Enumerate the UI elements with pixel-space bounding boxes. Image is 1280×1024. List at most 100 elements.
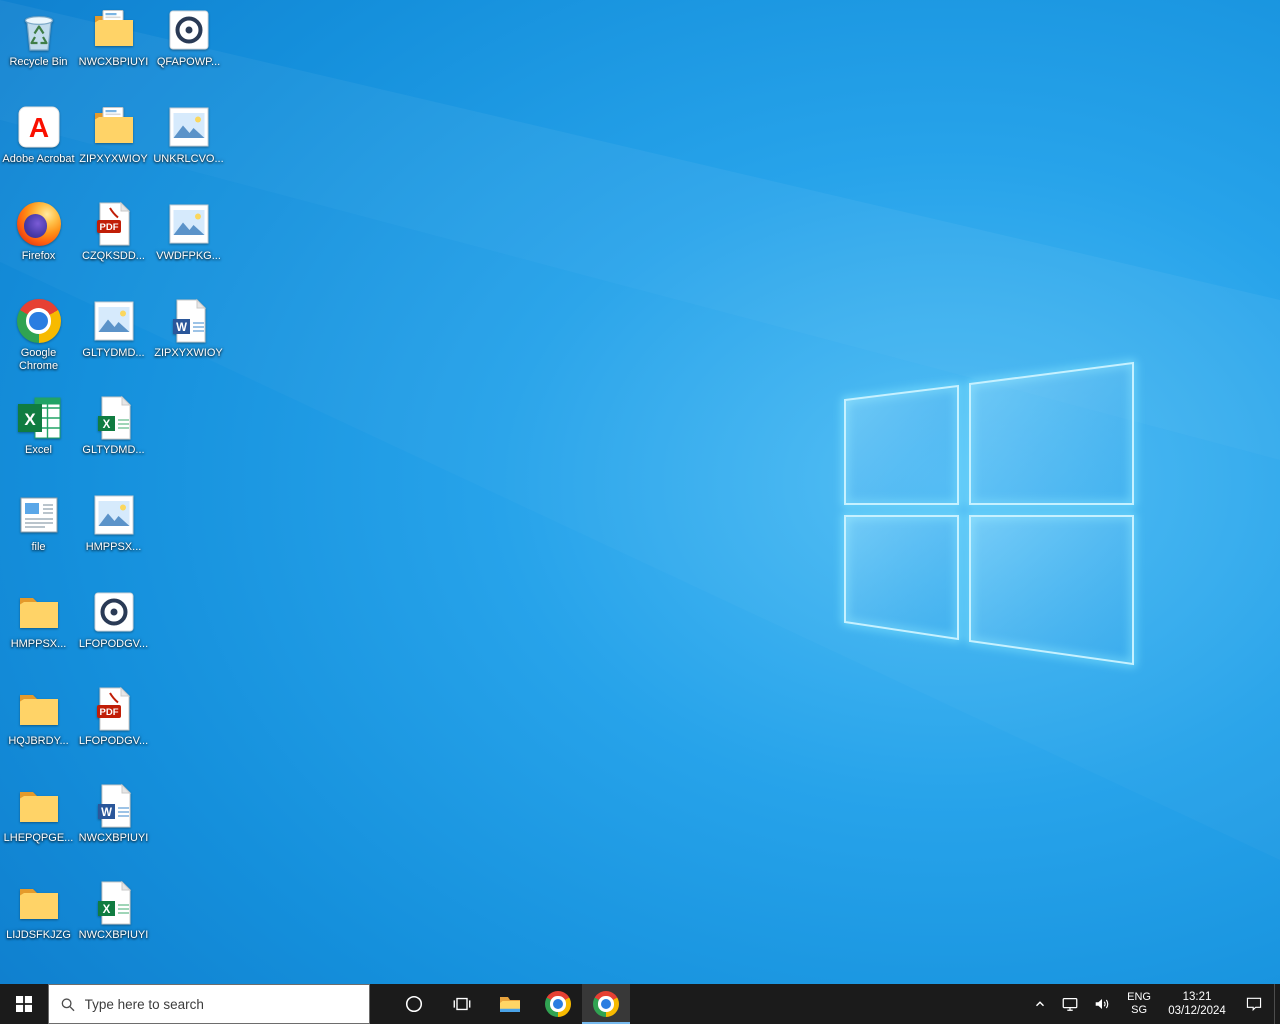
desktop-icon-qfapowp[interactable]: QFAPOWP... <box>151 6 226 100</box>
desktop-icon-label: UNKRLCVO... <box>153 153 223 166</box>
task-view-icon <box>452 994 472 1014</box>
desktop-icon-label: HMPPSX... <box>11 638 67 651</box>
desktop-icon-label: CZQKSDD... <box>82 250 145 263</box>
desktop-icon-lfopodgv-pdf[interactable]: PDF LFOPODGV... <box>76 685 151 779</box>
image-icon <box>90 297 138 345</box>
desktop-icon-google-chrome[interactable]: Google Chrome <box>1 297 76 391</box>
excel-app-icon: X <box>15 394 63 442</box>
desktop-icon-lfopodgv-disc[interactable]: LFOPODGV... <box>76 588 151 682</box>
speaker-icon <box>1093 995 1111 1013</box>
desktop-icon-vwdfpkg-image[interactable]: VWDFPKG... <box>151 200 226 294</box>
recycle-bin-icon <box>15 6 63 54</box>
desktop-icon-label: NWCXBPIUYI <box>79 56 149 69</box>
desktop-icon-label: NWCXBPIUYI <box>79 832 149 845</box>
desktop-icon-zipxyxwioy-doc[interactable]: W ZIPXYXWIOY <box>151 297 226 391</box>
search-icon <box>60 996 76 1013</box>
desktop-icon-label: QFAPOWP... <box>157 56 220 69</box>
folder-icon <box>15 879 63 927</box>
chrome-icon <box>15 297 63 345</box>
network-display-icon <box>1061 995 1079 1013</box>
desktop-icon-label: HMPPSX... <box>86 541 142 554</box>
file-explorer-icon <box>498 992 522 1016</box>
desktop-icon-czqksdd-pdf[interactable]: PDF CZQKSDD... <box>76 200 151 294</box>
folder-full-icon <box>90 103 138 151</box>
excel-file-icon: X <box>90 879 138 927</box>
desktop-icon-gltydmd-image[interactable]: GLTYDMD... <box>76 297 151 391</box>
show-desktop-button[interactable] <box>1274 984 1280 1024</box>
desktop-icon-label: NWCXBPIUYI <box>79 929 149 942</box>
action-center-icon <box>1245 995 1263 1013</box>
excel-file-icon: X <box>90 394 138 442</box>
desktop-icon-excel[interactable]: X Excel <box>1 394 76 488</box>
svg-text:PDF: PDF <box>99 222 118 233</box>
chrome-pinned-button[interactable] <box>534 984 582 1024</box>
desktop-icon-hmppsx-image[interactable]: HMPPSX... <box>76 491 151 585</box>
desktop-icon-label: GLTYDMD... <box>82 444 144 457</box>
start-button[interactable] <box>0 984 48 1024</box>
image-icon <box>90 491 138 539</box>
network-tray-button[interactable] <box>1054 984 1086 1024</box>
svg-text:X: X <box>102 904 110 916</box>
svg-text:W: W <box>176 322 187 334</box>
search-input[interactable] <box>85 997 358 1012</box>
firefox-icon <box>15 200 63 248</box>
chevron-up-icon <box>1033 997 1047 1011</box>
desktop-icon-file[interactable]: file <box>1 491 76 585</box>
clock[interactable]: 13:21 03/12/2024 <box>1160 984 1234 1024</box>
word-icon: W <box>165 297 213 345</box>
desktop-icon-label: LFOPODGV... <box>79 638 148 651</box>
desktop-icon-label: Firefox <box>22 250 56 263</box>
desktop-icon-label: LIJDSFKJZG <box>6 929 71 942</box>
taskbar: ENG SG 13:21 03/12/2024 <box>0 984 1280 1024</box>
svg-text:W: W <box>101 807 112 819</box>
system-tray: ENG SG 13:21 03/12/2024 <box>1026 984 1280 1024</box>
desktop-icon-nwcxbpiuyi-sheet[interactable]: X NWCXBPIUYI <box>76 879 151 973</box>
desktop[interactable]: Recycle Bin NWCXBPIUYI QFAPOWP... A Adob… <box>0 0 1280 984</box>
tray-expand-button[interactable] <box>1026 984 1054 1024</box>
desktop-icon-nwcxbpiuyi-folder[interactable]: NWCXBPIUYI <box>76 6 151 100</box>
desktop-icon-zipxyxwioy-folder[interactable]: ZIPXYXWIOY <box>76 103 151 197</box>
desktop-icon-label: HQJBRDY... <box>8 735 68 748</box>
desktop-icon-lijdsfkjzg-folder[interactable]: LIJDSFKJZG <box>1 879 76 973</box>
disc-icon <box>165 6 213 54</box>
start-icon <box>16 996 32 1012</box>
disc-icon <box>90 588 138 636</box>
desktop-icon-grid: Recycle Bin NWCXBPIUYI QFAPOWP... A Adob… <box>0 0 1280 984</box>
desktop-icon-label: Recycle Bin <box>9 56 67 69</box>
cortana-button[interactable] <box>390 984 438 1024</box>
svg-text:X: X <box>102 419 110 431</box>
language-line1: ENG <box>1127 991 1151 1004</box>
desktop-icon-nwcxbpiuyi-doc[interactable]: W NWCXBPIUYI <box>76 782 151 876</box>
clock-date: 03/12/2024 <box>1168 1004 1226 1018</box>
action-center-button[interactable] <box>1234 984 1274 1024</box>
folder-icon <box>15 782 63 830</box>
desktop-icon-unkrlcvo-image[interactable]: UNKRLCVO... <box>151 103 226 197</box>
language-indicator[interactable]: ENG SG <box>1118 984 1160 1024</box>
desktop-icon-recycle-bin[interactable]: Recycle Bin <box>1 6 76 100</box>
language-line2: SG <box>1131 1004 1147 1017</box>
desktop-icon-label: file <box>31 541 45 554</box>
cortana-icon <box>404 994 424 1014</box>
image-icon <box>165 103 213 151</box>
folder-full-icon <box>90 6 138 54</box>
file-explorer-button[interactable] <box>486 984 534 1024</box>
desktop-icon-label: ZIPXYXWIOY <box>79 153 147 166</box>
desktop-icon-label: Excel <box>25 444 52 457</box>
news-icon <box>15 491 63 539</box>
desktop-icon-label: VWDFPKG... <box>156 250 221 263</box>
desktop-icon-firefox[interactable]: Firefox <box>1 200 76 294</box>
desktop-icon-lhepqpge-folder[interactable]: LHEPQPGE... <box>1 782 76 876</box>
desktop-icon-adobe-acrobat[interactable]: A Adobe Acrobat <box>1 103 76 197</box>
desktop-icon-label: LHEPQPGE... <box>4 832 74 845</box>
folder-icon <box>15 588 63 636</box>
desktop-icon-hqjbrdy-folder[interactable]: HQJBRDY... <box>1 685 76 779</box>
taskbar-search[interactable] <box>48 984 370 1024</box>
clock-time: 13:21 <box>1183 990 1212 1004</box>
volume-tray-button[interactable] <box>1086 984 1118 1024</box>
desktop-icon-hmppsx-folder[interactable]: HMPPSX... <box>1 588 76 682</box>
desktop-icon-label: GLTYDMD... <box>82 347 144 360</box>
chrome-running-button[interactable] <box>582 984 630 1024</box>
task-view-button[interactable] <box>438 984 486 1024</box>
desktop-icon-gltydmd-sheet[interactable]: X GLTYDMD... <box>76 394 151 488</box>
pdf-icon: PDF <box>90 200 138 248</box>
